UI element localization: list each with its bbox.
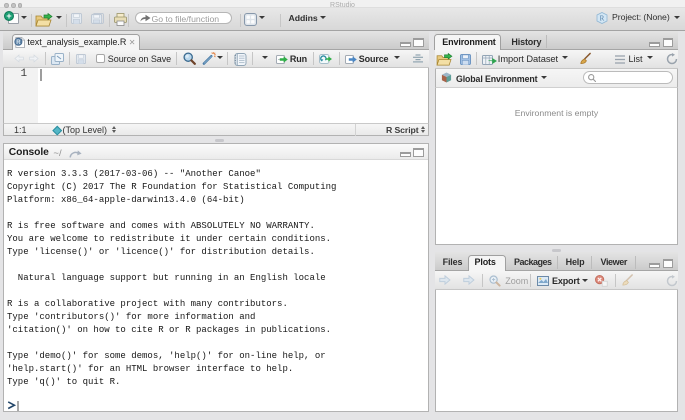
svg-text:R: R (600, 15, 605, 23)
svg-text:R: R (16, 40, 21, 46)
